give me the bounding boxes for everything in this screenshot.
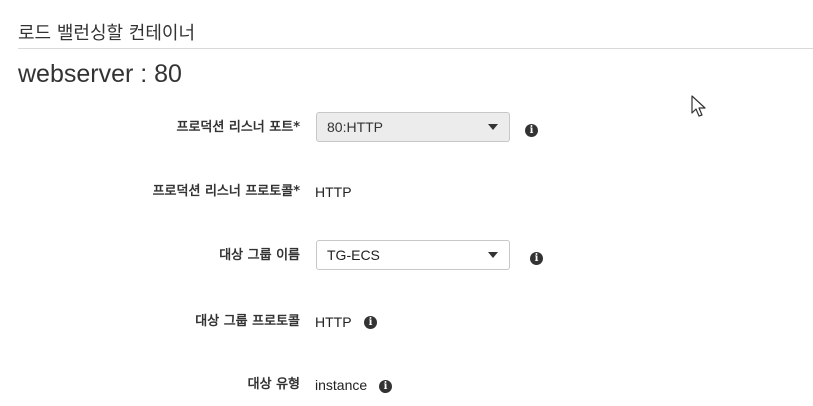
row-target-group-name: 대상 그룹 이름 TG-ECS i: [0, 240, 813, 272]
row-target-type: 대상 유형 instance i: [0, 369, 813, 401]
load-balancing-container-panel: 로드 밸런싱할 컨테이너 webserver : 80 프로덕션 리스너 포트*…: [0, 0, 813, 406]
row-prod-listener-protocol: 프로덕션 리스너 프로토콜* HTTP: [0, 176, 813, 208]
target-group-name-value: TG-ECS: [327, 247, 380, 263]
chevron-down-icon: [488, 124, 498, 130]
info-icon[interactable]: i: [525, 124, 538, 137]
info-icon[interactable]: i: [364, 316, 377, 329]
target-group-protocol-value: HTTP: [315, 314, 352, 330]
target-group-name-select[interactable]: TG-ECS: [316, 240, 510, 270]
section-divider: [18, 48, 813, 49]
prod-listener-port-value: 80:HTTP: [327, 119, 384, 135]
container-name-heading: webserver : 80: [18, 60, 182, 88]
target-group-protocol-label: 대상 그룹 프로토콜: [195, 314, 300, 329]
info-icon[interactable]: i: [379, 380, 392, 393]
target-type-value: instance: [315, 377, 368, 393]
target-type-label: 대상 유형: [247, 377, 300, 392]
chevron-down-icon: [488, 252, 498, 258]
prod-listener-protocol-value: HTTP: [315, 184, 352, 200]
target-group-name-label: 대상 그룹 이름: [219, 248, 300, 263]
mouse-pointer-icon: [691, 95, 706, 117]
section-title: 로드 밸런싱할 컨테이너: [18, 23, 196, 44]
prod-listener-port-select[interactable]: 80:HTTP: [316, 112, 510, 142]
prod-listener-protocol-label: 프로덕션 리스너 프로토콜*: [152, 184, 300, 199]
row-target-group-protocol: 대상 그룹 프로토콜 HTTP i: [0, 306, 813, 338]
info-icon[interactable]: i: [530, 252, 543, 265]
prod-listener-port-label: 프로덕션 리스너 포트*: [176, 120, 301, 135]
